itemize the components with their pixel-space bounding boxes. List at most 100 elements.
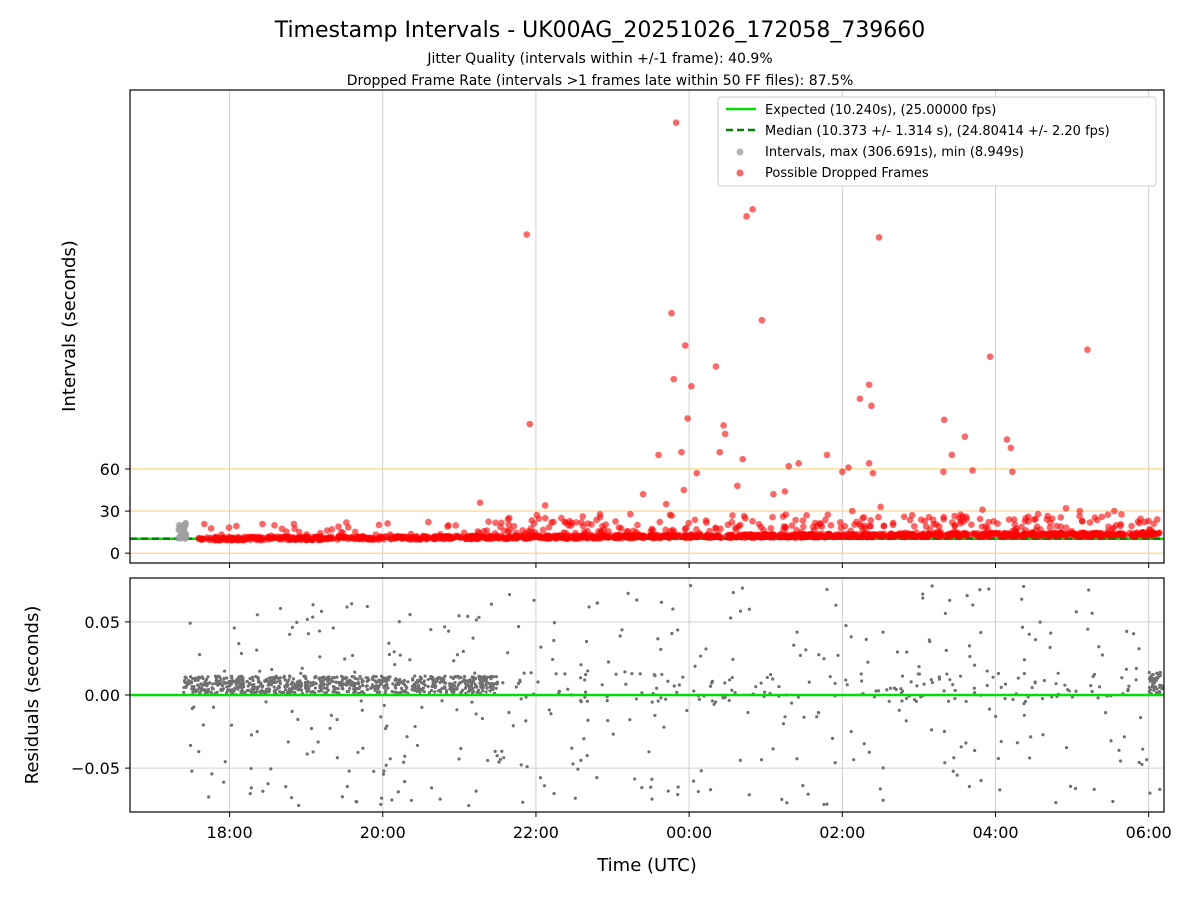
residual-point: [1068, 784, 1073, 788]
residual-point: [273, 680, 278, 684]
dropped-frame-point: [1086, 519, 1094, 526]
residual-point: [1150, 685, 1155, 689]
residual-point: [316, 740, 320, 744]
residual-point: [241, 676, 245, 680]
residual-point: [1074, 610, 1078, 614]
dropped-frame-point: [289, 534, 296, 542]
dropped-frame-point: [758, 316, 766, 324]
residual-point: [346, 689, 351, 694]
dropped-frame-point: [712, 524, 719, 532]
residual-point: [557, 689, 562, 693]
dropped-frame-point: [901, 529, 909, 537]
dropped-frame-point: [506, 526, 514, 534]
residual-point: [647, 750, 651, 754]
residual-point: [1147, 670, 1151, 675]
residual-point: [1073, 786, 1078, 791]
dropped-frame-point: [531, 529, 539, 536]
residual-point: [1056, 671, 1060, 675]
residual-point: [278, 606, 283, 611]
residual-point: [681, 675, 685, 679]
top-y-tick-label: 30: [100, 502, 120, 521]
residual-point: [585, 699, 590, 703]
residual-point: [1131, 632, 1136, 636]
residual-point: [825, 802, 829, 806]
dropped-frame-point: [342, 533, 350, 541]
residual-point: [282, 674, 286, 678]
dropped-frame-point: [492, 519, 499, 527]
residual-point: [335, 756, 339, 760]
residual-point: [292, 690, 296, 694]
residual-point: [973, 748, 977, 753]
residual-point: [862, 742, 866, 746]
residual-point: [398, 653, 402, 657]
residual-point: [1145, 758, 1149, 762]
residual-point: [418, 690, 422, 694]
dropped-frame-point: [1062, 524, 1070, 531]
residual-point: [276, 676, 280, 680]
residual-point: [305, 690, 309, 694]
residual-point: [456, 675, 460, 679]
dropped-frame-point: [688, 382, 695, 390]
residual-point: [710, 679, 715, 683]
residual-point: [418, 687, 423, 691]
dropped-frame-point: [691, 533, 699, 541]
residual-point: [1150, 673, 1154, 677]
residual-point: [747, 793, 751, 797]
dropped-frame-point: [961, 433, 969, 440]
dropped-frame-point: [877, 503, 884, 511]
dropped-frame-point: [841, 522, 849, 530]
residual-point: [965, 594, 969, 598]
dropped-frame-point: [444, 523, 451, 530]
residual-point: [585, 754, 589, 758]
residual-point: [345, 784, 349, 789]
residual-point: [624, 682, 628, 686]
residual-point: [929, 678, 933, 682]
residual-point: [912, 698, 917, 702]
dropped-frame-point: [951, 522, 958, 530]
residual-point: [1003, 697, 1007, 701]
residual-point: [210, 772, 214, 776]
dropped-frame-point: [451, 532, 459, 540]
residual-point: [341, 682, 345, 686]
residual-point: [481, 685, 485, 690]
residual-point: [421, 681, 426, 686]
residual-point: [414, 680, 418, 684]
residual-point: [249, 766, 253, 771]
residual-point: [467, 689, 471, 694]
dropped-frame-point: [1110, 507, 1118, 515]
residual-point: [337, 680, 341, 684]
dropped-frame-point: [474, 535, 481, 542]
dropped-frame-point: [502, 535, 510, 542]
residual-point: [554, 672, 558, 676]
residual-point: [309, 726, 314, 731]
residual-point: [304, 684, 308, 688]
residual-point: [370, 676, 375, 680]
dropped-frame-point: [421, 534, 428, 542]
residual-point: [1137, 647, 1141, 651]
residual-point: [917, 672, 922, 676]
residual-point: [1040, 696, 1045, 701]
legend-median-label: Median (10.373 +/- 1.314 s), (24.80414 +…: [765, 124, 1110, 139]
dropped-frame-point: [195, 535, 203, 543]
residual-point: [452, 690, 456, 695]
residual-point: [867, 750, 871, 754]
chart-subtitle-jitter: Jitter Quality (intervals within +/-1 fr…: [426, 51, 772, 67]
residual-point: [964, 699, 968, 704]
dropped-frame-point: [1076, 512, 1083, 520]
residual-point: [388, 757, 392, 761]
residual-point: [655, 686, 659, 690]
dropped-frame-point: [265, 534, 273, 542]
bottom-y-tick-label: 0.00: [84, 686, 120, 705]
residual-point: [948, 598, 952, 602]
residual-point: [413, 674, 417, 678]
dropped-frame-point: [936, 523, 943, 530]
dropped-frame-point: [768, 531, 775, 538]
residual-point: [552, 621, 557, 625]
residual-point: [270, 675, 274, 680]
residual-point: [866, 660, 870, 664]
residual-point: [801, 784, 805, 788]
residual-point: [1157, 690, 1162, 694]
residual-point: [305, 617, 309, 622]
dropped-frame-point: [203, 534, 211, 541]
dropped-frame-point: [541, 514, 549, 522]
